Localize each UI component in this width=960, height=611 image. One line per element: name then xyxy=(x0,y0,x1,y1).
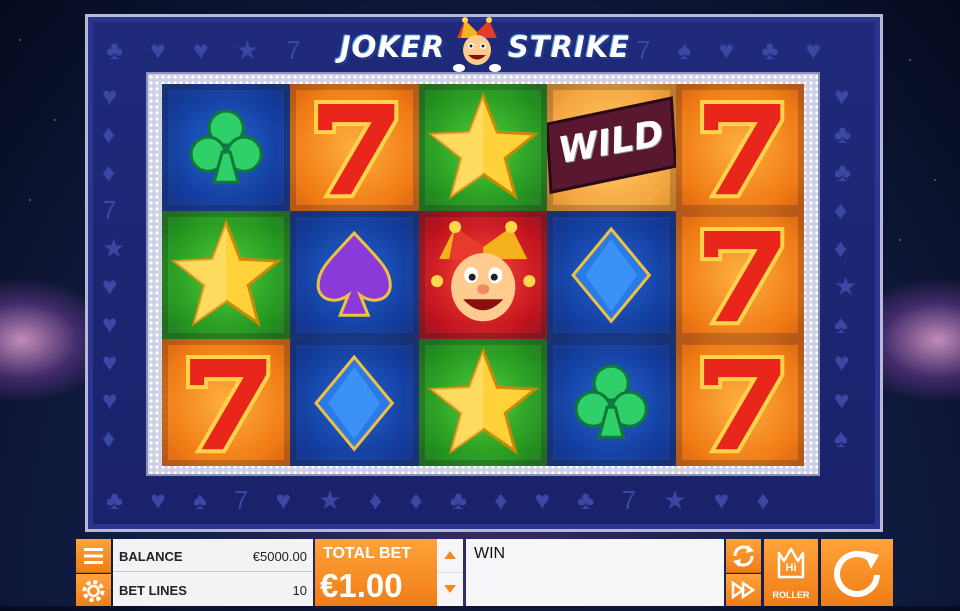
total-bet-value: €1.00 xyxy=(320,567,403,604)
frame-suits-top-left: ♣ ♥ ♥ ★ 7 xyxy=(106,35,311,65)
club-symbol-icon xyxy=(189,109,263,184)
seven-symbol-icon xyxy=(699,227,784,326)
reel-cell-seven xyxy=(290,84,419,212)
balance-value: €5000.00 xyxy=(252,549,307,564)
balance-label: BALANCE xyxy=(119,549,183,564)
logo-text-joker: JOKER xyxy=(340,30,446,64)
star-symbol-icon xyxy=(426,346,540,455)
seven-symbol-icon xyxy=(699,354,784,453)
reel-cell-club xyxy=(162,84,291,212)
seven-symbol-icon xyxy=(186,354,271,453)
control-bar: BALANCE €5000.00 BET LINES 10 TOTAL BET … xyxy=(76,539,893,606)
frame-suits-bottom: ♣ ♥ ♠ 7 ♥ ★ ♦ ♦ ♣ ♦ ♥ ♣ 7 ★ ♥ ♦ xyxy=(106,485,780,515)
win-panel: WIN xyxy=(466,539,724,606)
reel-cell-joker xyxy=(418,211,548,339)
balance-row: BALANCE €5000.00 xyxy=(113,539,313,572)
spade-symbol-icon xyxy=(316,231,393,318)
bet-adjust xyxy=(437,539,463,606)
settings-button[interactable] xyxy=(76,574,111,606)
game-logo: JOKER STRIKE xyxy=(338,17,631,72)
bet-lines-label: BET LINES xyxy=(119,583,187,598)
total-bet-label: TOTAL BET xyxy=(323,545,411,562)
hi-roller-badge: Hi xyxy=(785,562,797,574)
reel-cell-club xyxy=(547,338,676,466)
reel-cell-star xyxy=(418,84,548,212)
reel-grid: WILD xyxy=(162,84,804,466)
autoplay-button[interactable] xyxy=(726,539,761,573)
spin-icon xyxy=(834,551,880,597)
diamond-symbol-icon xyxy=(314,354,395,452)
bet-lines-value: 10 xyxy=(292,583,307,598)
reel-cell-diamond xyxy=(547,211,676,339)
gear-icon xyxy=(82,580,105,602)
club-symbol-icon xyxy=(574,364,648,439)
joker-face-icon xyxy=(453,17,501,72)
bet-lines-row: BET LINES 10 xyxy=(113,573,313,606)
frame-suits-left: ♥ ♦ ♦ 7 ★ ♥ ♥ ♥ ♥ ♦ xyxy=(102,81,136,453)
hi-roller-button[interactable]: Hi ROLLER xyxy=(764,539,818,606)
star-symbol-icon xyxy=(170,219,283,328)
reel-cell-star xyxy=(162,211,291,339)
reel-cell-spade xyxy=(290,211,419,339)
joker-symbol-icon xyxy=(430,221,536,322)
seven-symbol-icon xyxy=(314,100,399,199)
bet-increase-button[interactable] xyxy=(437,539,463,573)
fast-play-button[interactable] xyxy=(726,574,761,606)
fast-forward-icon xyxy=(731,580,756,600)
info-panel: BALANCE €5000.00 BET LINES 10 xyxy=(113,539,313,606)
reel-cell-seven xyxy=(675,338,804,466)
menu-button[interactable] xyxy=(76,539,111,573)
logo-text-strike: STRIKE xyxy=(508,30,631,64)
star-symbol-icon xyxy=(426,91,540,200)
frame-suits-right: ♥ ♣ ♣ ♦ ♦ ★ ♠ ♥ ♥ ♠ xyxy=(834,81,868,453)
reel-cell-seven xyxy=(675,84,804,212)
reel-cell-seven xyxy=(675,211,804,339)
hi-roller-label: ROLLER xyxy=(772,590,810,600)
win-label: WIN xyxy=(474,545,506,562)
hamburger-icon xyxy=(84,548,103,564)
total-bet-panel: TOTAL BET €1.00 xyxy=(315,539,437,606)
diamond-symbol-icon xyxy=(571,227,652,324)
reel-cell-diamond xyxy=(290,338,419,466)
bet-decrease-button[interactable] xyxy=(437,573,463,606)
seven-symbol-icon xyxy=(699,100,784,199)
arrow-down-icon xyxy=(444,585,456,593)
reel-cell-wild: WILD xyxy=(547,84,676,212)
spin-button[interactable] xyxy=(821,539,893,606)
frame-suits-top-right: 7 ♠ ♥ ♣ ♥ xyxy=(636,35,832,65)
reel-cell-star xyxy=(418,338,548,466)
autoplay-refresh-icon xyxy=(733,545,754,567)
reel-cell-seven xyxy=(162,338,291,466)
arrow-up-icon xyxy=(444,551,456,559)
